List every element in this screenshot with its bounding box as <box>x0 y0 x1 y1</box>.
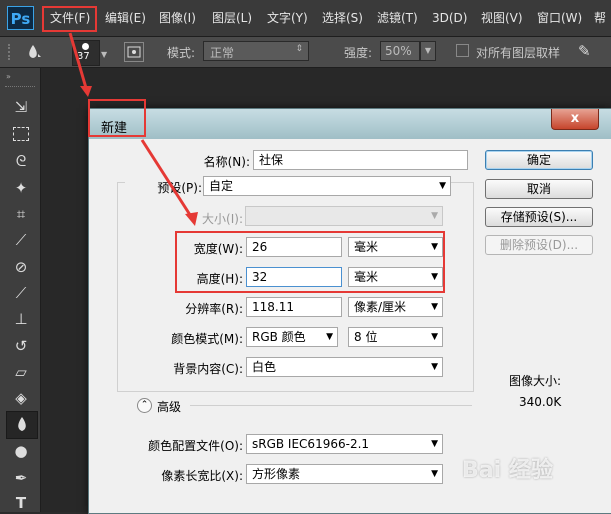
arrowhead-icon <box>185 212 198 226</box>
arrow-file-to-dialog <box>68 32 88 89</box>
baidu-watermark: Bai 经验 <box>462 458 553 483</box>
annotation-arrows <box>68 32 198 226</box>
arrow-title-to-fields <box>140 139 194 219</box>
arrowhead-icon <box>80 86 92 97</box>
